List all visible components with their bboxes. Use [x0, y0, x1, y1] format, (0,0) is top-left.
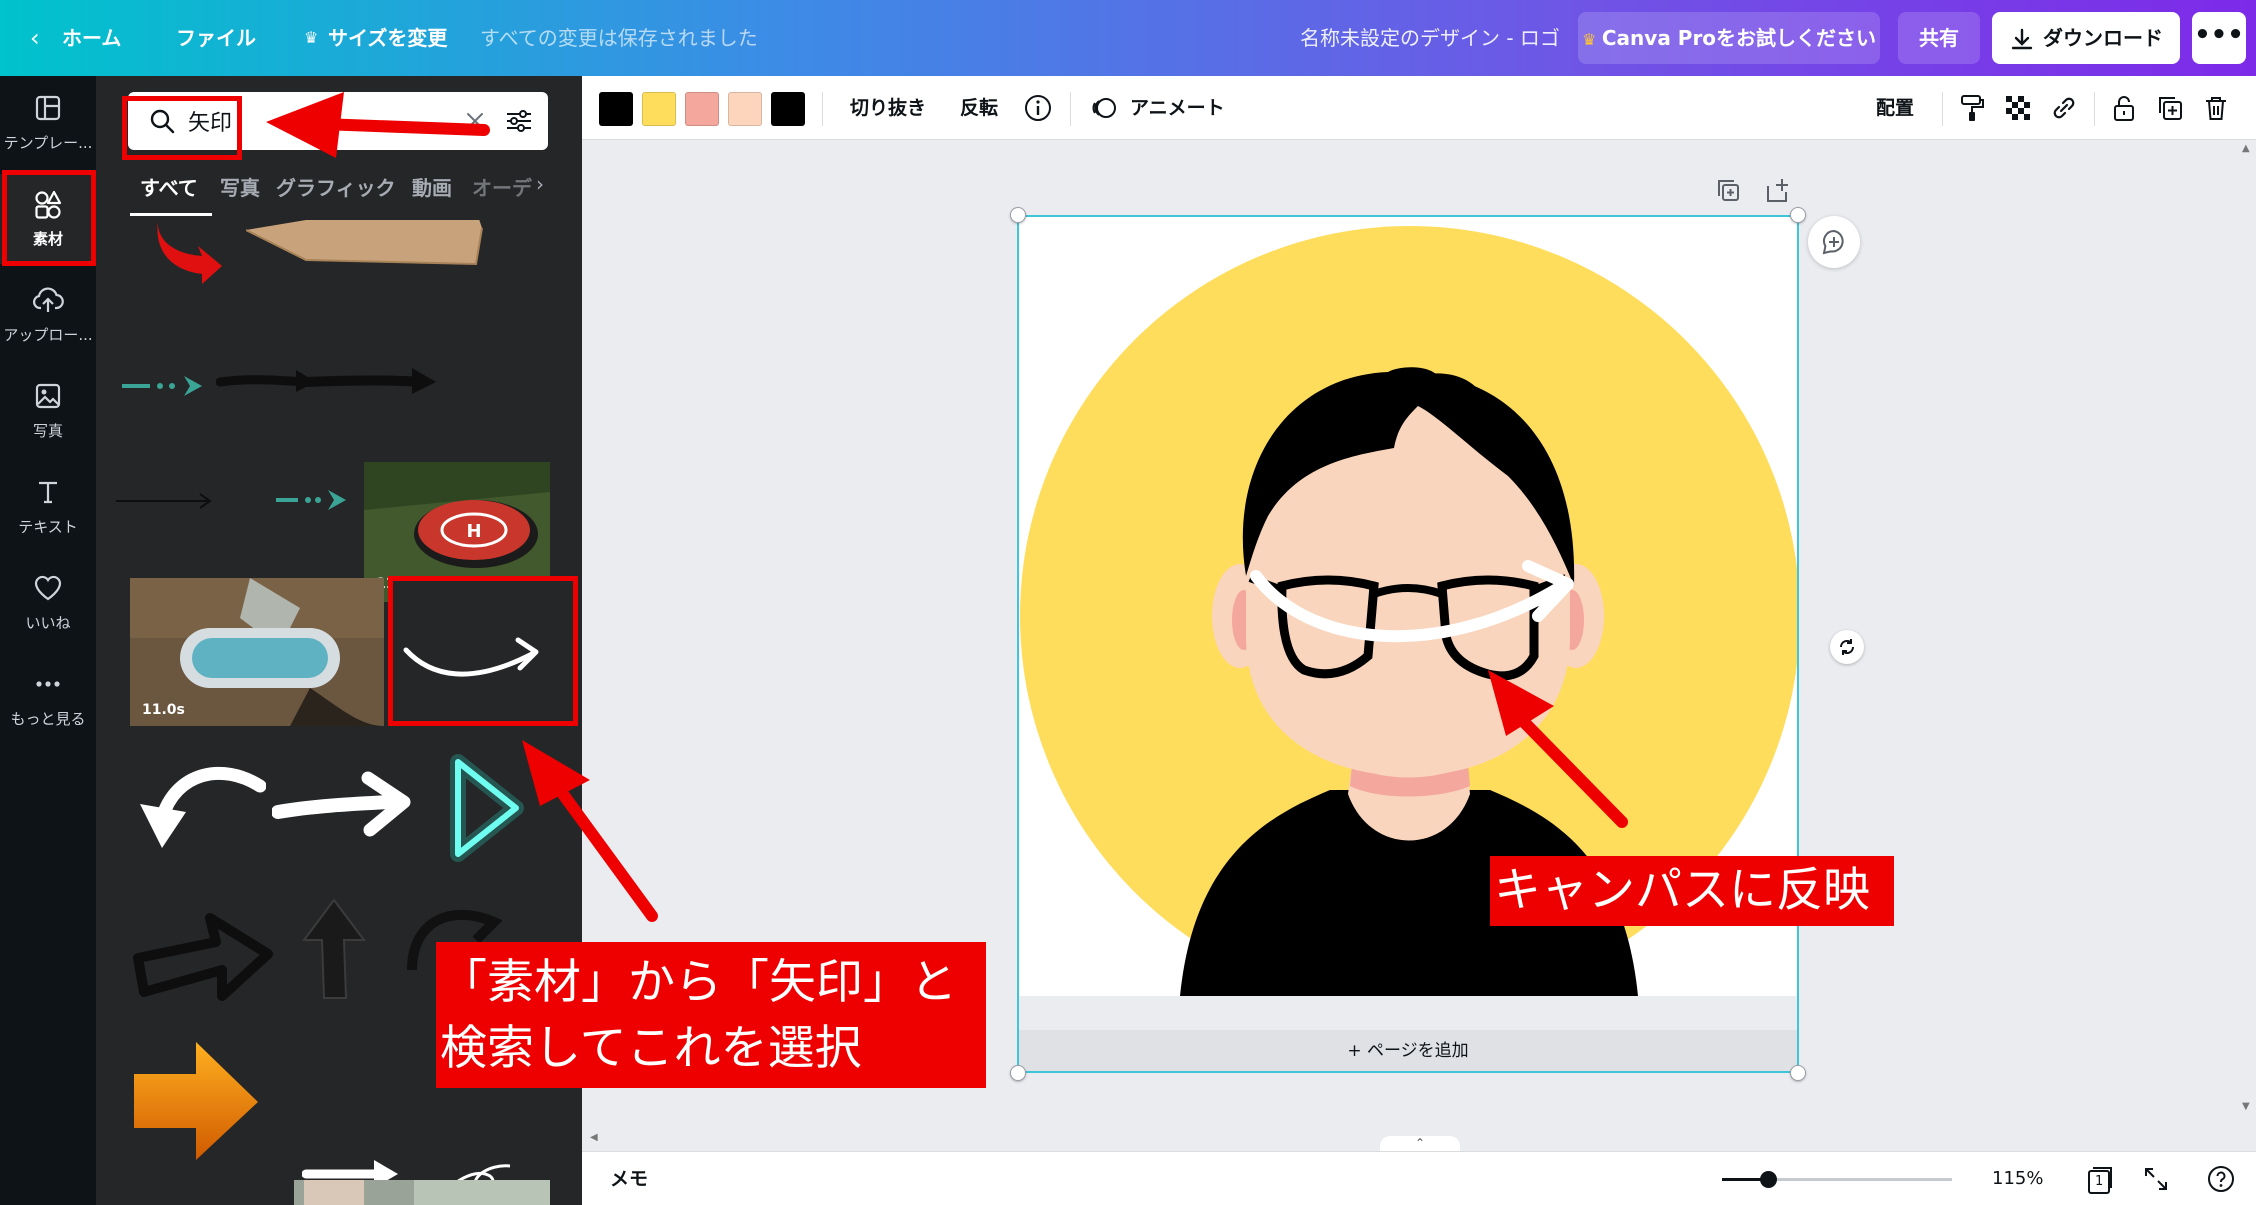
annotation-arrow-search — [316, 118, 490, 136]
annotation-arrowhead-search — [266, 92, 344, 158]
callout-line-2: 検索してこれを選択 — [440, 1021, 862, 1076]
annotation-arrowhead-element — [522, 740, 590, 806]
callout-search-instructions: 「素材」から「矢印」と 検索してこれを選択 — [436, 942, 986, 1088]
callout-canvas-reflect: キャンパスに反映 — [1490, 856, 1894, 926]
annotation-arrow-element — [554, 784, 658, 922]
annotation-arrow-canvas — [1514, 712, 1628, 828]
callout-line-1: 「素材」から「矢印」と — [440, 955, 957, 1010]
annotation-arrowhead-canvas — [1488, 670, 1554, 736]
annotation-arrows — [266, 92, 1628, 922]
